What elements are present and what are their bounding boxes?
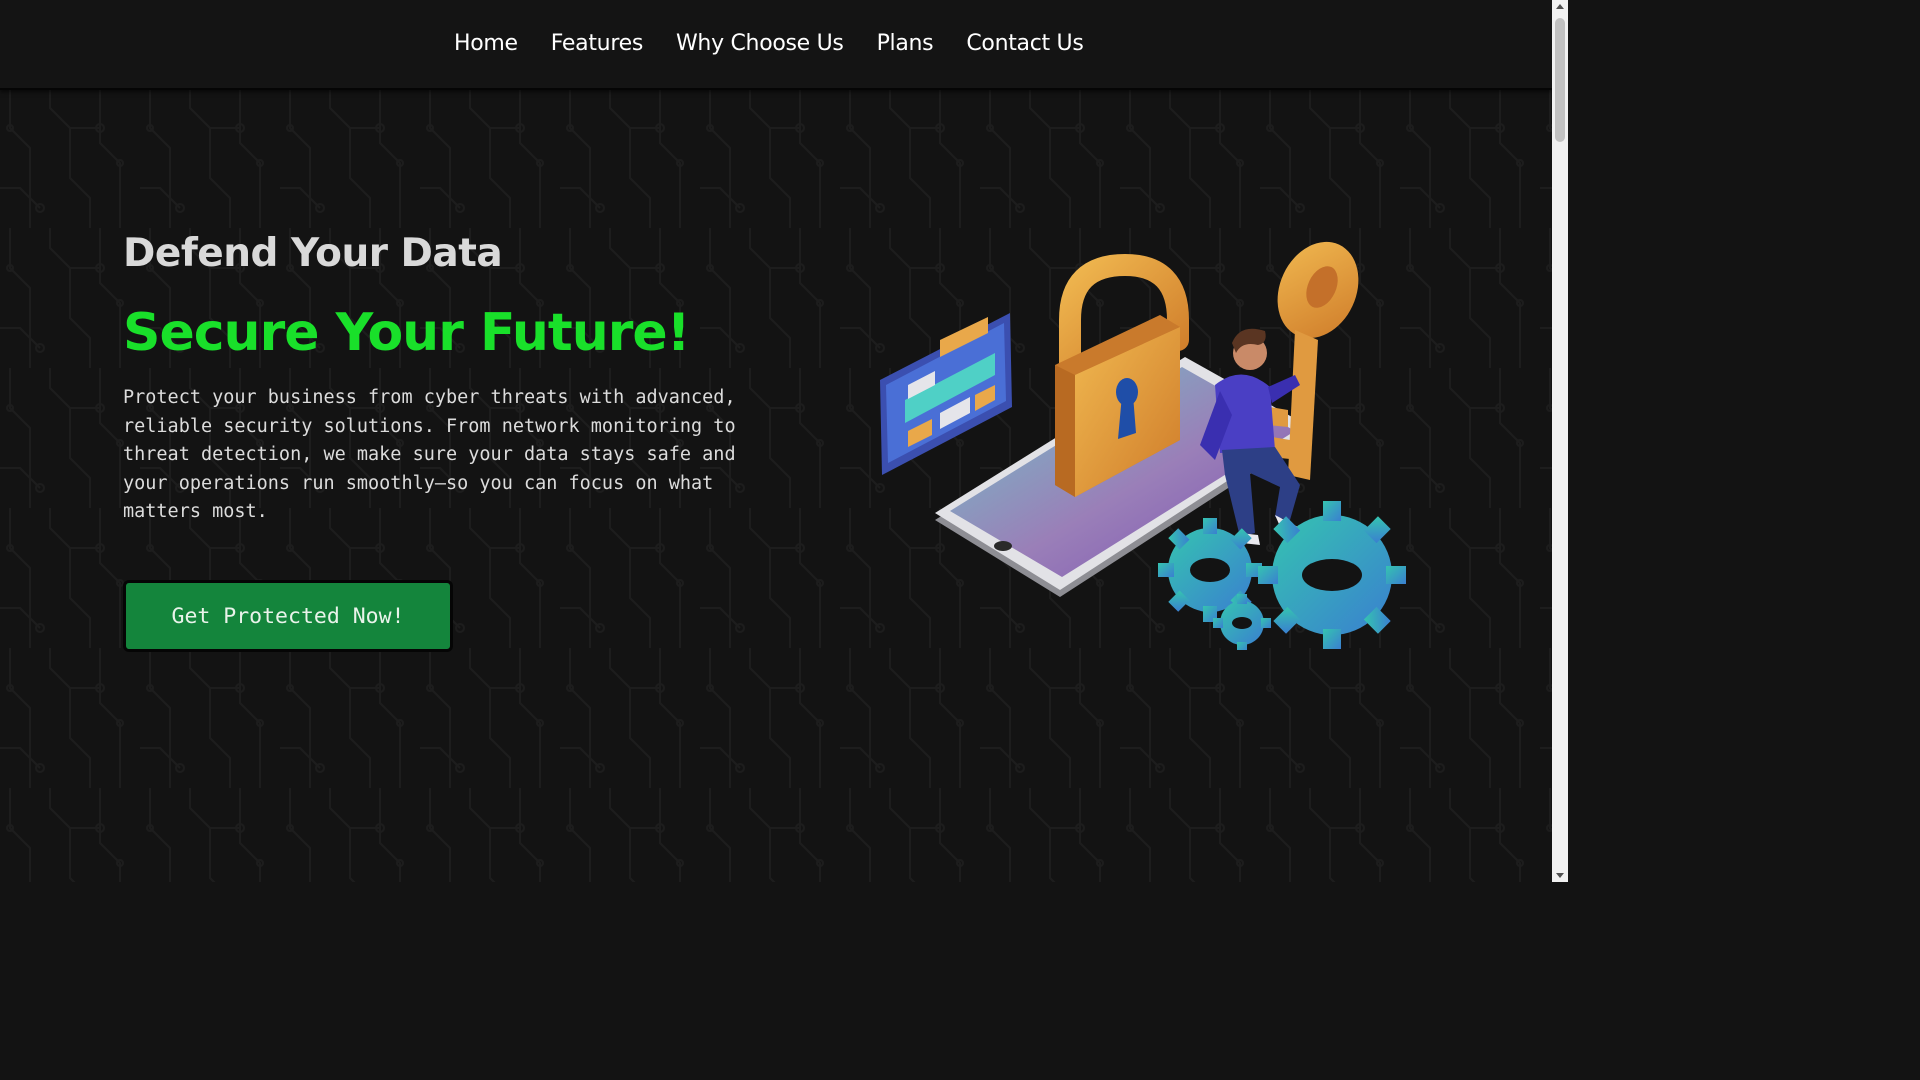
get-protected-button[interactable]: Get Protected Now! (123, 580, 453, 652)
nav-link-contact-us[interactable]: Contact Us (966, 29, 1083, 59)
nav-link-home[interactable]: Home (454, 29, 518, 59)
hero-title: Defend Your Data (123, 231, 503, 276)
nav-links: Home Features Why Choose Us Plans Contac… (454, 29, 1084, 59)
security-lock-phone-illustration (880, 241, 1406, 650)
gears-icon (1158, 501, 1406, 650)
navbar: Home Features Why Choose Us Plans Contac… (0, 0, 1552, 90)
hero-subtitle: Secure Your Future! (123, 303, 690, 363)
hero-section: Defend Your Data Secure Your Future! Pro… (123, 228, 763, 527)
scroll-down-arrow-icon[interactable] (1556, 873, 1564, 878)
vertical-scrollbar[interactable] (1552, 0, 1568, 882)
nav-link-features[interactable]: Features (551, 29, 644, 59)
hero-description: Protect your business from cyber threats… (123, 387, 736, 522)
nav-link-plans[interactable]: Plans (877, 29, 934, 59)
nav-link-why-choose-us[interactable]: Why Choose Us (676, 29, 844, 59)
dashboard-panel-icon (880, 313, 1012, 475)
key-icon (1268, 241, 1359, 480)
scrollbar-thumb[interactable] (1555, 18, 1565, 142)
scroll-up-arrow-icon[interactable] (1556, 4, 1564, 9)
